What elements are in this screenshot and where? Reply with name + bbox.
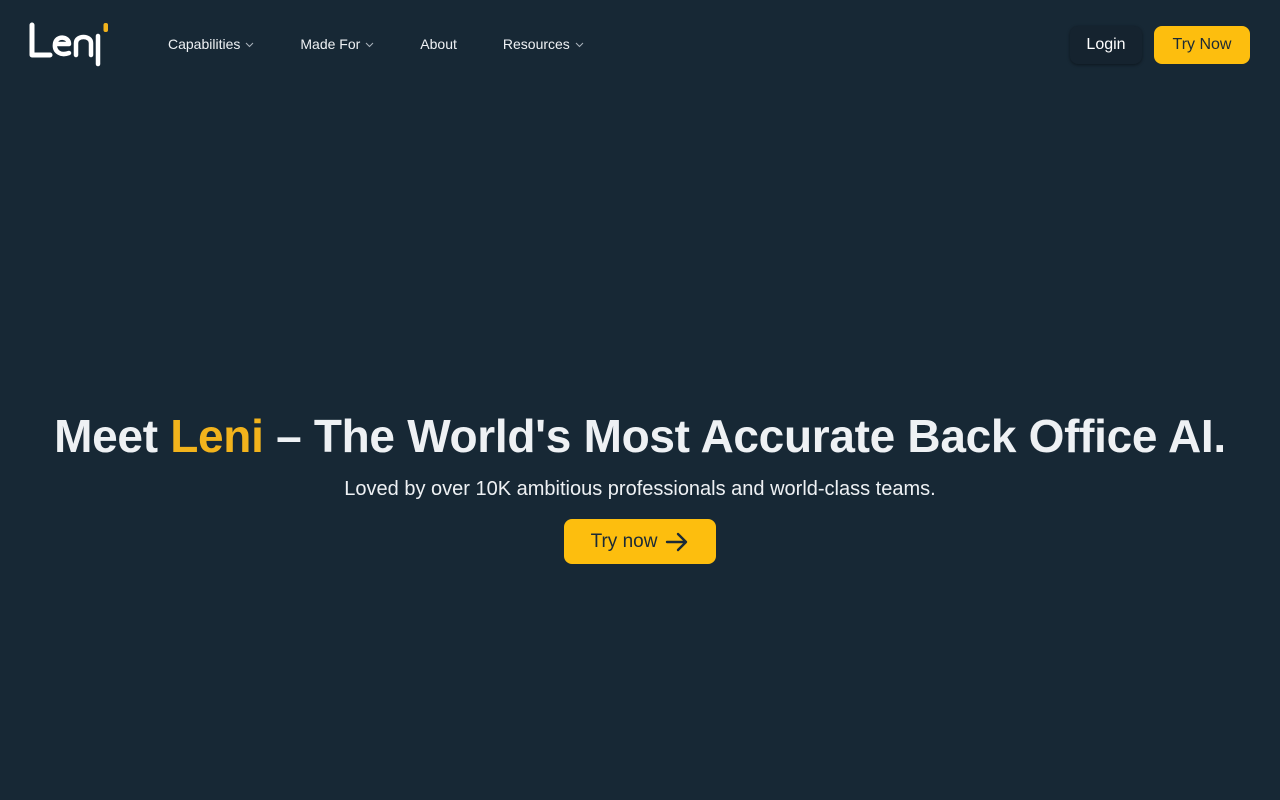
hero-content: Meet Leni – The World's Most Accurate Ba… — [0, 404, 1280, 502]
nav-resources[interactable]: Resources — [503, 36, 584, 52]
hero-title: Meet Leni – The World's Most Accurate Ba… — [0, 404, 1280, 468]
try-now-hero-button[interactable]: Try now — [564, 519, 716, 564]
nav-capabilities-label: Capabilities — [168, 36, 241, 52]
hero-title-prefix: Meet — [54, 410, 171, 462]
leni-logo[interactable] — [29, 22, 111, 68]
try-now-header-button[interactable]: Try Now — [1154, 26, 1250, 64]
chevron-down-icon — [575, 42, 584, 48]
nav-about[interactable]: About — [420, 36, 457, 52]
leni-logo-icon — [29, 22, 108, 67]
nav-capabilities[interactable]: Capabilities — [168, 36, 254, 52]
hero-title-suffix: – The World's Most Accurate Back Office … — [263, 410, 1226, 462]
try-now-hero-label: Try now — [590, 530, 658, 552]
nav-made-for[interactable]: Made For — [300, 36, 374, 52]
arrow-right-icon — [666, 532, 688, 551]
chevron-down-icon — [246, 42, 254, 48]
site-header: Capabilities Made For About Resources Lo… — [0, 0, 1280, 88]
nav-about-label: About — [420, 36, 457, 52]
nav-made-for-label: Made For — [300, 36, 361, 52]
chevron-down-icon — [365, 42, 374, 48]
main-nav: Capabilities Made For About Resources — [168, 34, 584, 54]
nav-resources-label: Resources — [502, 36, 570, 52]
login-button[interactable]: Login — [1070, 26, 1142, 64]
hero-subtitle: Loved by over 10K ambitious professional… — [344, 478, 936, 500]
hero-title-accent: Leni — [170, 410, 264, 462]
